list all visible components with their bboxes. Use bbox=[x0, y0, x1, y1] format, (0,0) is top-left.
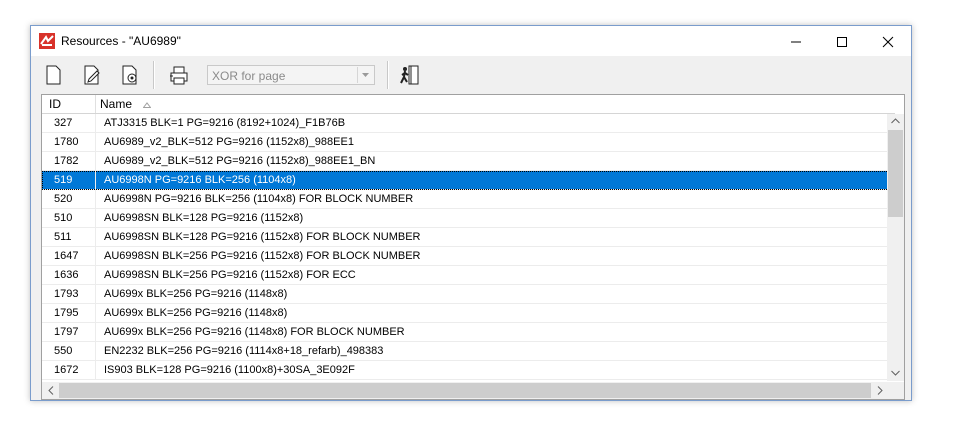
table-row[interactable]: 519 AU6998N PG=9216 BLK=256 (1104x8) bbox=[42, 171, 895, 190]
vertical-scroll-thumb[interactable] bbox=[888, 130, 903, 217]
toolbar-separator bbox=[387, 61, 389, 89]
sort-ascending-icon bbox=[142, 102, 152, 108]
cell-id: 327 bbox=[42, 114, 96, 132]
minimize-button[interactable] bbox=[773, 26, 819, 56]
table-row[interactable]: 327 ATJ3315 BLK=1 PG=9216 (8192+1024)_F1B… bbox=[42, 114, 895, 133]
cell-name: AU699x BLK=256 PG=9216 (1148x8) FOR BLOC… bbox=[104, 326, 405, 338]
print-button[interactable] bbox=[167, 63, 191, 87]
table-row[interactable]: 520 AU6998N PG=9216 BLK=256 (1104x8) FOR … bbox=[42, 190, 895, 209]
cell-id: 519 bbox=[42, 171, 96, 189]
table-body: 327 ATJ3315 BLK=1 PG=9216 (8192+1024)_F1B… bbox=[42, 114, 895, 380]
table-row[interactable]: 1647 AU6998SN BLK=256 PG=9216 (1152x8) FO… bbox=[42, 247, 895, 266]
column-header-id[interactable]: ID bbox=[42, 95, 96, 113]
cell-name: AU6998N PG=9216 BLK=256 (1104x8) FOR BLO… bbox=[104, 193, 414, 205]
maximize-button[interactable] bbox=[819, 26, 865, 56]
title-bar[interactable]: Resources - "AU6989" bbox=[31, 26, 911, 56]
cell-id: 1647 bbox=[42, 247, 96, 265]
horizontal-scroll-thumb[interactable] bbox=[59, 383, 871, 398]
minimize-icon bbox=[791, 41, 801, 43]
cell-id: 511 bbox=[42, 228, 96, 246]
scroll-up-icon[interactable] bbox=[891, 118, 900, 124]
maximize-icon bbox=[837, 37, 847, 47]
xor-mode-value: XOR for page bbox=[212, 69, 286, 83]
edit-button[interactable] bbox=[79, 63, 103, 87]
cell-name: AU699x BLK=256 PG=9216 (1148x8) bbox=[104, 288, 288, 300]
toolbar: XOR for page bbox=[31, 56, 911, 94]
table-row[interactable]: 510 AU6998SN BLK=128 PG=9216 (1152x8) bbox=[42, 209, 895, 228]
table-row[interactable]: 1636 AU6998SN BLK=256 PG=9216 (1152x8) FO… bbox=[42, 266, 895, 285]
cell-id: 1780 bbox=[42, 133, 96, 151]
resources-table[interactable]: ID Name 327 ATJ3315 BLK=1 PG=9216 (8192+1… bbox=[41, 94, 905, 400]
cell-id: 520 bbox=[42, 190, 96, 208]
settings-button[interactable] bbox=[117, 63, 141, 87]
settings-document-icon bbox=[122, 65, 137, 85]
column-header-id-label: ID bbox=[49, 97, 61, 111]
cell-id: 1636 bbox=[42, 266, 96, 284]
exit-icon bbox=[400, 65, 419, 85]
cell-name: AU699x BLK=256 PG=9216 (1148x8) bbox=[104, 307, 288, 319]
xor-mode-select[interactable]: XOR for page bbox=[207, 65, 375, 85]
column-header-name[interactable]: Name bbox=[96, 95, 895, 113]
cell-name: IS903 BLK=128 PG=9216 (1100x8)+30SA_3E09… bbox=[104, 364, 355, 376]
horizontal-scrollbar[interactable] bbox=[42, 382, 904, 399]
cell-id: 1797 bbox=[42, 323, 96, 341]
scrollbar-corner bbox=[887, 382, 904, 399]
cell-name: EN2232 BLK=256 PG=9216 (1114x8+18_refarb… bbox=[104, 345, 384, 357]
resources-window: Resources - "AU6989" XOR for page ID Nam… bbox=[30, 25, 912, 401]
toolbar-separator bbox=[153, 61, 155, 89]
table-row[interactable]: 1780 AU6989_v2_BLK=512 PG=9216 (1152x8)_9… bbox=[42, 133, 895, 152]
table-row[interactable]: 550 EN2232 BLK=256 PG=9216 (1114x8+18_ref… bbox=[42, 342, 895, 361]
cell-id: 510 bbox=[42, 209, 96, 227]
cell-id: 1795 bbox=[42, 304, 96, 322]
dropdown-arrow-icon[interactable] bbox=[357, 67, 373, 83]
scroll-down-icon[interactable] bbox=[891, 370, 900, 376]
table-row[interactable]: 1782 AU6989_v2_BLK=512 PG=9216 (1152x8)_9… bbox=[42, 152, 895, 171]
table-row[interactable]: 1672 IS903 BLK=128 PG=9216 (1100x8)+30SA_… bbox=[42, 361, 895, 380]
table-row[interactable]: 1793 AU699x BLK=256 PG=9216 (1148x8) bbox=[42, 285, 895, 304]
cell-id: 550 bbox=[42, 342, 96, 360]
cell-id: 1672 bbox=[42, 361, 96, 379]
cell-name: AU6998SN BLK=256 PG=9216 (1152x8) FOR BL… bbox=[104, 250, 421, 262]
cell-name: AU6989_v2_BLK=512 PG=9216 (1152x8)_988EE… bbox=[104, 136, 354, 148]
table-header: ID Name bbox=[42, 95, 895, 114]
edit-document-icon bbox=[84, 65, 100, 85]
cell-name: AU6998N PG=9216 BLK=256 (1104x8) bbox=[104, 174, 296, 186]
cell-name: AU6998SN BLK=128 PG=9216 (1152x8) bbox=[104, 212, 304, 224]
table-row[interactable]: 511 AU6998SN BLK=128 PG=9216 (1152x8) FOR… bbox=[42, 228, 895, 247]
exit-button[interactable] bbox=[397, 63, 421, 87]
new-button[interactable] bbox=[41, 63, 65, 87]
cell-name: ATJ3315 BLK=1 PG=9216 (8192+1024)_F1B76B bbox=[104, 117, 346, 129]
scroll-right-icon[interactable] bbox=[877, 386, 883, 395]
cell-name: AU6998SN BLK=256 PG=9216 (1152x8) FOR EC… bbox=[104, 269, 356, 281]
close-icon bbox=[882, 36, 894, 48]
table-row[interactable]: 1795 AU699x BLK=256 PG=9216 (1148x8) bbox=[42, 304, 895, 323]
print-icon bbox=[170, 66, 188, 85]
cell-name: AU6989_v2_BLK=512 PG=9216 (1152x8)_988EE… bbox=[104, 155, 376, 167]
cell-id: 1782 bbox=[42, 152, 96, 170]
cell-name: AU6998SN BLK=128 PG=9216 (1152x8) FOR BL… bbox=[104, 231, 421, 243]
table-row[interactable]: 1797 AU699x BLK=256 PG=9216 (1148x8) FOR … bbox=[42, 323, 895, 342]
close-button[interactable] bbox=[865, 26, 911, 56]
vertical-scrollbar[interactable] bbox=[887, 114, 904, 381]
cell-id: 1793 bbox=[42, 285, 96, 303]
window-title: Resources - "AU6989" bbox=[61, 34, 181, 48]
app-icon bbox=[39, 33, 55, 49]
new-document-icon bbox=[46, 65, 61, 85]
column-header-name-label: Name bbox=[100, 97, 133, 111]
scroll-left-icon[interactable] bbox=[48, 386, 54, 395]
